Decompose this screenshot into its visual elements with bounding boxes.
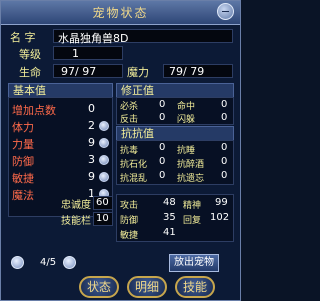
loyalty-box: 60 bbox=[93, 196, 113, 210]
status-tab-button[interactable]: 状态 bbox=[79, 276, 119, 298]
resist-label-4: 抗混乱 bbox=[120, 174, 148, 184]
mp-box: 79/ 79 bbox=[163, 64, 233, 78]
base-value-1: 2 bbox=[88, 119, 95, 132]
skill-slot-box: 10 bbox=[93, 212, 113, 226]
resist-label-5: 抗遗忘 bbox=[177, 174, 205, 184]
base-label-3: 防御 bbox=[12, 155, 34, 168]
base-value-0: 0 bbox=[88, 102, 95, 115]
correction-value-3: 0 bbox=[221, 112, 228, 123]
hp-box: 97/ 97 bbox=[53, 64, 123, 78]
base-label-2: 力量 bbox=[12, 138, 34, 151]
correction-label-2: 反击 bbox=[120, 115, 139, 125]
resist-value-5: 0 bbox=[221, 170, 228, 181]
recovery-value: 102 bbox=[210, 212, 230, 223]
add-point-dot-1[interactable] bbox=[99, 121, 109, 131]
add-point-dot-4[interactable] bbox=[99, 172, 109, 182]
window-title: 宠物状态 bbox=[92, 6, 149, 20]
add-point-dot-2[interactable] bbox=[99, 138, 109, 148]
skill-slot-label: 技能栏 bbox=[61, 216, 91, 227]
name-value: 水晶独角兽8D bbox=[58, 32, 129, 45]
defense-value: 35 bbox=[163, 212, 176, 223]
base-label-0: 增加点数 bbox=[12, 104, 56, 117]
combat-stats-panel: 攻击 48 精神 99 防御 35 回复 102 敏捷 41 bbox=[116, 194, 234, 242]
base-label-4: 敏捷 bbox=[12, 172, 34, 185]
pet-status-window: 宠物状态 名 字 水晶独角兽8D 等级 1 生命 97/ 97 魔力 79/ 7… bbox=[0, 0, 241, 301]
agility-label: 敏捷 bbox=[120, 231, 139, 241]
agility-value: 41 bbox=[163, 227, 176, 238]
name-box: 水晶独角兽8D bbox=[53, 29, 233, 45]
spirit-value: 99 bbox=[215, 197, 228, 208]
next-page-icon[interactable] bbox=[63, 256, 76, 269]
correction-label-1: 命中 bbox=[177, 102, 196, 112]
base-value-4: 9 bbox=[88, 170, 95, 183]
title-bar: 宠物状态 bbox=[1, 1, 240, 25]
level-value: 1 bbox=[72, 47, 79, 60]
mp-label: 魔力 bbox=[127, 66, 149, 79]
skill-slot-value: 10 bbox=[96, 213, 109, 224]
level-box: 1 bbox=[53, 46, 123, 60]
minimize-icon[interactable] bbox=[217, 3, 234, 20]
base-label-1: 体力 bbox=[12, 121, 34, 134]
resist-value-3: 0 bbox=[221, 156, 228, 167]
add-point-dot-3[interactable] bbox=[99, 155, 109, 165]
name-label: 名 字 bbox=[10, 31, 36, 44]
resist-value-0: 0 bbox=[159, 142, 166, 153]
hp-label: 生命 bbox=[19, 66, 41, 79]
resist-header: 抗抗值 bbox=[116, 126, 234, 141]
page-indicator: 4/5 bbox=[40, 257, 57, 268]
mp-value: 79/ 79 bbox=[169, 65, 205, 78]
correction-value-0: 0 bbox=[159, 99, 166, 110]
attack-value: 48 bbox=[163, 197, 176, 208]
correction-header: 修正值 bbox=[116, 83, 234, 98]
base-value-3: 3 bbox=[88, 153, 95, 166]
level-label: 等级 bbox=[19, 48, 41, 61]
correction-label-3: 闪躲 bbox=[177, 115, 196, 125]
base-label-5: 魔法 bbox=[12, 189, 34, 202]
release-pet-button[interactable]: 放出宠物 bbox=[169, 254, 219, 272]
loyalty-value: 60 bbox=[96, 197, 109, 208]
resist-label-3: 抗醉酒 bbox=[177, 160, 205, 170]
correction-panel: 必杀 0 命中 0 反击 0 闪躲 0 bbox=[116, 97, 234, 125]
detail-tab-button[interactable]: 明细 bbox=[127, 276, 167, 298]
resist-label-1: 抗睡 bbox=[177, 146, 196, 156]
base-header: 基本值 bbox=[8, 83, 113, 98]
correction-label-0: 必杀 bbox=[120, 102, 139, 112]
loyalty-label: 忠诚度 bbox=[61, 200, 91, 211]
correction-value-2: 0 bbox=[159, 112, 166, 123]
resist-value-2: 0 bbox=[159, 156, 166, 167]
prev-page-icon[interactable] bbox=[11, 256, 24, 269]
resist-label-2: 抗石化 bbox=[120, 160, 148, 170]
defense-label: 防御 bbox=[120, 216, 139, 226]
resist-value-4: 0 bbox=[159, 170, 166, 181]
resist-label-0: 抗毒 bbox=[120, 146, 139, 156]
hp-value: 97/ 97 bbox=[61, 65, 97, 78]
resist-value-1: 0 bbox=[221, 142, 228, 153]
attack-label: 攻击 bbox=[120, 201, 139, 211]
recovery-label: 回复 bbox=[183, 216, 202, 226]
base-value-2: 9 bbox=[88, 136, 95, 149]
correction-value-1: 0 bbox=[221, 99, 228, 110]
resist-panel: 抗毒 0 抗睡 0 抗石化 0 抗醉酒 0 抗混乱 0 抗遗忘 0 bbox=[116, 140, 234, 185]
spirit-label: 精神 bbox=[183, 201, 202, 211]
skill-tab-button[interactable]: 技能 bbox=[175, 276, 215, 298]
